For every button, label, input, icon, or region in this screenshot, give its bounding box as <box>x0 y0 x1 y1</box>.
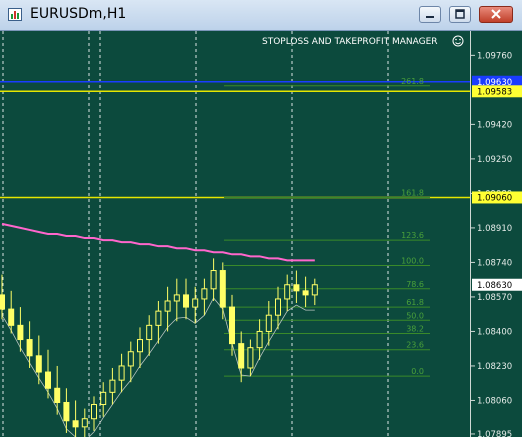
candle-body <box>54 387 61 403</box>
smiley-icon[interactable] <box>452 35 464 47</box>
candle-body <box>118 365 125 381</box>
fibonacci-level-label: 100.0 <box>401 256 424 265</box>
candle-body <box>275 298 281 316</box>
fibonacci-level-label: 0.0 <box>411 367 424 376</box>
candle-body <box>100 391 107 406</box>
price-tag-label: 1.09060 <box>477 193 512 203</box>
price-chart[interactable]: 261.8 161.8 123.6 100.0 78.6 61.8 50.0 38.2 23.6… <box>0 31 470 437</box>
window-title: EURUSDm,H1 <box>30 6 127 22</box>
candle-body <box>238 343 245 369</box>
fibonacci-level-label: 78.6 <box>406 280 424 289</box>
chart-window: EURUSDm,H1 261.8 161.8 123.6 100.0 78.6 61.8 5… <box>0 0 522 437</box>
fibonacci-level-label: 123.6 <box>401 231 424 240</box>
axis-tick-label: 1.08400 <box>477 327 512 337</box>
candle-body <box>0 294 5 310</box>
candle-body <box>146 324 153 341</box>
axis-tick-label: 1.07895 <box>477 430 512 437</box>
axis-tick-label: 1.09760 <box>477 51 512 61</box>
price-tag-label: 1.08630 <box>477 281 512 291</box>
fibonacci-level-label: 23.6 <box>406 341 424 350</box>
candle-body <box>35 355 42 373</box>
candle-body <box>219 270 226 308</box>
minimize-icon <box>426 16 434 18</box>
axis-tick-label: 1.08740 <box>477 258 512 268</box>
price-tag-label: 1.09583 <box>477 87 512 97</box>
axis-tick-label: 1.09250 <box>477 155 512 165</box>
candle-body <box>173 294 180 302</box>
fibonacci-level-label: 261.8 <box>401 77 424 86</box>
axis-tick-label: 1.08230 <box>477 362 512 372</box>
fibonacci-level-label: 161.8 <box>401 188 424 197</box>
close-icon <box>491 9 501 19</box>
candle-body <box>284 284 291 300</box>
price-axis[interactable]: 1.097601.094201.092501.090801.089101.087… <box>470 31 522 437</box>
panel-title: STOPLOSS AND TAKEPROFIT MANAGER <box>262 37 438 47</box>
candle-body <box>256 330 263 349</box>
maximize-button[interactable] <box>449 6 471 23</box>
candle-body <box>229 306 235 345</box>
candle-body <box>63 401 70 422</box>
candle-body <box>26 339 33 357</box>
fibonacci-level-label: 61.8 <box>406 298 424 307</box>
candle-body <box>247 347 254 369</box>
title-bar[interactable]: EURUSDm,H1 <box>0 0 522 31</box>
minimize-button[interactable] <box>419 6 441 23</box>
candle-body <box>81 418 88 428</box>
candle-body <box>265 314 272 332</box>
close-button[interactable] <box>479 6 513 23</box>
candle-body <box>311 284 318 296</box>
axis-tick-label: 1.08570 <box>477 293 512 303</box>
restore-icon <box>455 9 465 19</box>
price-axis-canvas: 1.097601.094201.092501.090801.089101.087… <box>471 51 522 437</box>
candle-body <box>137 339 143 353</box>
candle-body <box>91 404 97 420</box>
candle-body <box>45 371 51 389</box>
candle-body <box>17 324 24 341</box>
candle-body <box>210 270 217 290</box>
fibonacci-level-label: 38.2 <box>406 324 424 333</box>
candle-body <box>8 308 15 326</box>
axis-tick-label: 1.08060 <box>477 396 512 406</box>
candle-body <box>127 351 134 367</box>
candle-body <box>72 420 79 428</box>
candle-body <box>192 298 199 308</box>
candle-body <box>155 310 162 326</box>
candle-body <box>109 379 116 393</box>
axis-tick-label: 1.09420 <box>477 120 512 130</box>
axis-tick-label: 1.08910 <box>477 224 512 234</box>
chart-canvas[interactable]: 261.8 161.8 123.6 100.0 78.6 61.8 50.0 38.2 23.6… <box>0 31 470 437</box>
pink-moving-average-line <box>1 222 315 262</box>
candle-body <box>293 284 300 292</box>
candle-body <box>201 288 208 300</box>
fibonacci-level-label: 50.0 <box>406 311 424 320</box>
candle-body <box>302 290 309 296</box>
candle-body <box>164 300 171 312</box>
candle-body <box>183 294 189 308</box>
chart-window-icon <box>8 8 22 21</box>
